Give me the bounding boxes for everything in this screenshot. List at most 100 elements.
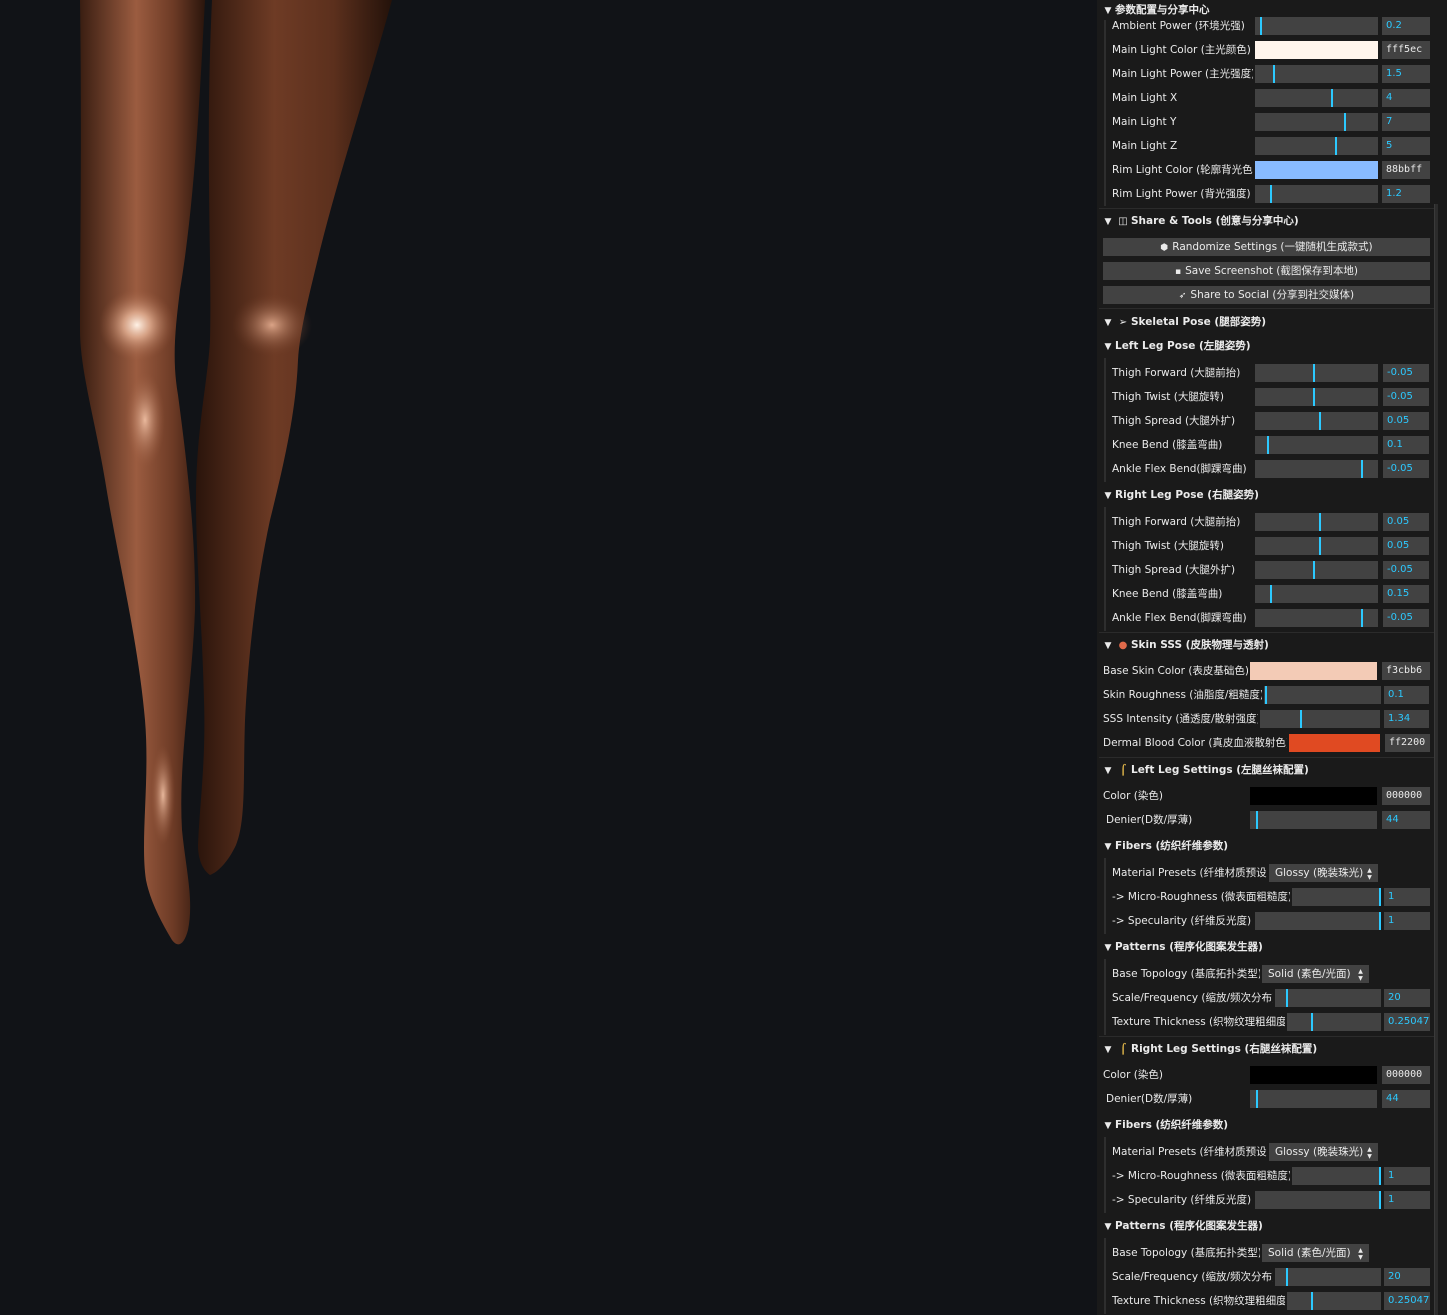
right-leg-specularity-value-input[interactable]: 1: [1384, 1191, 1430, 1209]
right-leg-micro-roughness-slider-handle[interactable]: [1379, 1167, 1381, 1185]
lighting-2-value-input[interactable]: 1.5: [1382, 65, 1430, 83]
share-button-2[interactable]: ➶ Share to Social (分享到社交媒体): [1103, 286, 1430, 304]
skin-1-value-input[interactable]: 0.1: [1384, 686, 1429, 704]
left-pose-1-value-input[interactable]: -0.05: [1383, 388, 1429, 406]
skin-3-color-swatch[interactable]: [1289, 734, 1380, 752]
left-leg-specularity-value-input[interactable]: 1: [1384, 912, 1430, 930]
skin-2-value-input[interactable]: 1.34: [1384, 710, 1429, 728]
lighting-7-slider[interactable]: [1255, 185, 1378, 203]
left-leg-patterns-folder[interactable]: ▼ Patterns (程序化图案发生器): [1101, 935, 1435, 959]
left-leg-scale-frequency-slider-handle[interactable]: [1285, 989, 1288, 1007]
right-leg-texture-thickness-value-input[interactable]: 0.25047: [1384, 1292, 1430, 1310]
skin-1-slider[interactable]: [1264, 686, 1381, 704]
right-pose-0-slider[interactable]: [1255, 513, 1378, 531]
left-leg-scale-frequency-value-input[interactable]: 20: [1384, 989, 1430, 1007]
right-pose-4-slider-handle[interactable]: [1360, 609, 1363, 627]
left-leg-color-color-swatch[interactable]: [1250, 787, 1377, 805]
right-leg-micro-roughness-value-input[interactable]: 1: [1384, 1167, 1430, 1185]
share-button-0[interactable]: ⬢ Randomize Settings (一键随机生成款式): [1103, 238, 1430, 256]
right-pose-4-slider[interactable]: [1255, 609, 1378, 627]
right-pose-3-value-input[interactable]: 0.15: [1383, 585, 1429, 603]
left-pose-3-value-input[interactable]: 0.1: [1383, 436, 1429, 454]
right-leg-denier-slider[interactable]: [1250, 1090, 1377, 1108]
lighting-0-slider[interactable]: [1255, 17, 1378, 35]
right-leg-scale-frequency-slider-handle[interactable]: [1285, 1268, 1288, 1286]
right-leg-scale-frequency-value-input[interactable]: 20: [1384, 1268, 1430, 1286]
lighting-7-slider-handle[interactable]: [1269, 185, 1272, 203]
lighting-5-value-input[interactable]: 5: [1382, 137, 1430, 155]
left-pose-2-slider[interactable]: [1255, 412, 1378, 430]
right-leg-color-color-swatch[interactable]: [1250, 1066, 1377, 1084]
skin-2-slider[interactable]: [1260, 710, 1380, 728]
right-pose-1-slider-handle[interactable]: [1318, 537, 1321, 555]
lighting-4-value-input[interactable]: 7: [1382, 113, 1430, 131]
lighting-6-color-swatch[interactable]: [1255, 161, 1378, 179]
lighting-5-slider-handle[interactable]: [1334, 137, 1337, 155]
lighting-3-slider[interactable]: [1255, 89, 1378, 107]
lighting-3-slider-handle[interactable]: [1331, 89, 1334, 107]
scrollbar-thumb[interactable]: [1434, 204, 1438, 1315]
skin-0-hex-input[interactable]: f3cbb6: [1382, 662, 1430, 680]
right-leg-micro-roughness-slider[interactable]: [1292, 1167, 1381, 1185]
render-viewport[interactable]: [0, 0, 1097, 1315]
left-leg-micro-roughness-slider[interactable]: [1292, 888, 1381, 906]
left-pose-2-slider-handle[interactable]: [1318, 412, 1321, 430]
lighting-5-slider[interactable]: [1255, 137, 1378, 155]
left-leg-texture-thickness-slider-handle[interactable]: [1310, 1013, 1313, 1031]
right-leg-scale-frequency-slider[interactable]: [1275, 1268, 1381, 1286]
left-leg-scale-frequency-slider[interactable]: [1275, 989, 1381, 1007]
right-leg-texture-thickness-slider-handle[interactable]: [1310, 1292, 1313, 1310]
left-pose-1-slider[interactable]: [1255, 388, 1378, 406]
right-leg-texture-thickness-slider[interactable]: [1287, 1292, 1381, 1310]
left-pose-4-value-input[interactable]: -0.05: [1383, 460, 1429, 478]
lighting-6-hex-input[interactable]: 88bbff: [1382, 161, 1430, 179]
right-leg-settings-folder[interactable]: ▼ ⌠ Right Leg Settings (右腿丝袜配置): [1101, 1037, 1435, 1061]
left-leg-color-hex-input[interactable]: 000000: [1382, 787, 1430, 805]
right-leg-denier-value-input[interactable]: 44: [1382, 1090, 1430, 1108]
left-leg-specularity-slider[interactable]: [1255, 912, 1381, 930]
lighting-4-slider[interactable]: [1255, 113, 1378, 131]
lighting-2-slider[interactable]: [1255, 65, 1378, 83]
right-leg-fibers-folder[interactable]: ▼ Fibers (纺织纤维参数): [1101, 1113, 1435, 1137]
right-pose-4-value-input[interactable]: -0.05: [1383, 609, 1429, 627]
right-pose-2-slider-handle[interactable]: [1312, 561, 1315, 579]
right-leg-material-preset-select[interactable]: Glossy (晚装珠光) ▲▼: [1269, 1143, 1378, 1161]
folder-share-tools[interactable]: ▼ ◫ Share & Tools (创意与分享中心): [1101, 209, 1435, 233]
right-pose-2-slider[interactable]: [1255, 561, 1378, 579]
left-leg-texture-thickness-slider[interactable]: [1287, 1013, 1381, 1031]
left-pose-0-slider[interactable]: [1255, 364, 1378, 382]
right-pose-2-value-input[interactable]: -0.05: [1383, 561, 1429, 579]
left-leg-micro-roughness-value-input[interactable]: 1: [1384, 888, 1430, 906]
right-pose-0-value-input[interactable]: 0.05: [1383, 513, 1429, 531]
left-leg-denier-slider[interactable]: [1250, 811, 1377, 829]
left-pose-0-value-input[interactable]: -0.05: [1383, 364, 1429, 382]
scrollbar[interactable]: [1437, 0, 1447, 1315]
left-leg-texture-thickness-value-input[interactable]: 0.25047: [1384, 1013, 1430, 1031]
skin-1-slider-handle[interactable]: [1265, 686, 1268, 704]
left-pose-3-slider-handle[interactable]: [1267, 436, 1270, 454]
right-leg-denier-slider-handle[interactable]: [1256, 1090, 1259, 1108]
right-leg-patterns-folder[interactable]: ▼ Patterns (程序化图案发生器): [1101, 1214, 1435, 1238]
folder-left-leg-pose[interactable]: ▼ Left Leg Pose (左腿姿势): [1101, 334, 1435, 358]
lighting-1-color-swatch[interactable]: [1255, 41, 1378, 59]
left-leg-micro-roughness-slider-handle[interactable]: [1379, 888, 1381, 906]
folder-skin-sss[interactable]: ▼ ● Skin SSS (皮肤物理与透射): [1101, 633, 1435, 657]
lighting-3-value-input[interactable]: 4: [1382, 89, 1430, 107]
right-leg-color-hex-input[interactable]: 000000: [1382, 1066, 1430, 1084]
lighting-7-value-input[interactable]: 1.2: [1382, 185, 1430, 203]
right-leg-base-topology-select[interactable]: Solid (素色/光面) ▲▼: [1262, 1244, 1369, 1262]
lighting-0-slider-handle[interactable]: [1259, 17, 1262, 35]
lighting-2-slider-handle[interactable]: [1273, 65, 1276, 83]
left-leg-fibers-folder[interactable]: ▼ Fibers (纺织纤维参数): [1101, 834, 1435, 858]
left-pose-1-slider-handle[interactable]: [1312, 388, 1315, 406]
left-leg-denier-slider-handle[interactable]: [1256, 811, 1259, 829]
right-pose-1-value-input[interactable]: 0.05: [1383, 537, 1429, 555]
right-pose-0-slider-handle[interactable]: [1318, 513, 1321, 531]
right-pose-1-slider[interactable]: [1255, 537, 1378, 555]
left-leg-specularity-slider-handle[interactable]: [1379, 912, 1381, 930]
skin-3-hex-input[interactable]: ff2200: [1385, 734, 1430, 752]
right-pose-3-slider[interactable]: [1255, 585, 1378, 603]
left-pose-2-value-input[interactable]: 0.05: [1383, 412, 1429, 430]
left-pose-4-slider-handle[interactable]: [1360, 460, 1363, 478]
skin-2-slider-handle[interactable]: [1299, 710, 1302, 728]
